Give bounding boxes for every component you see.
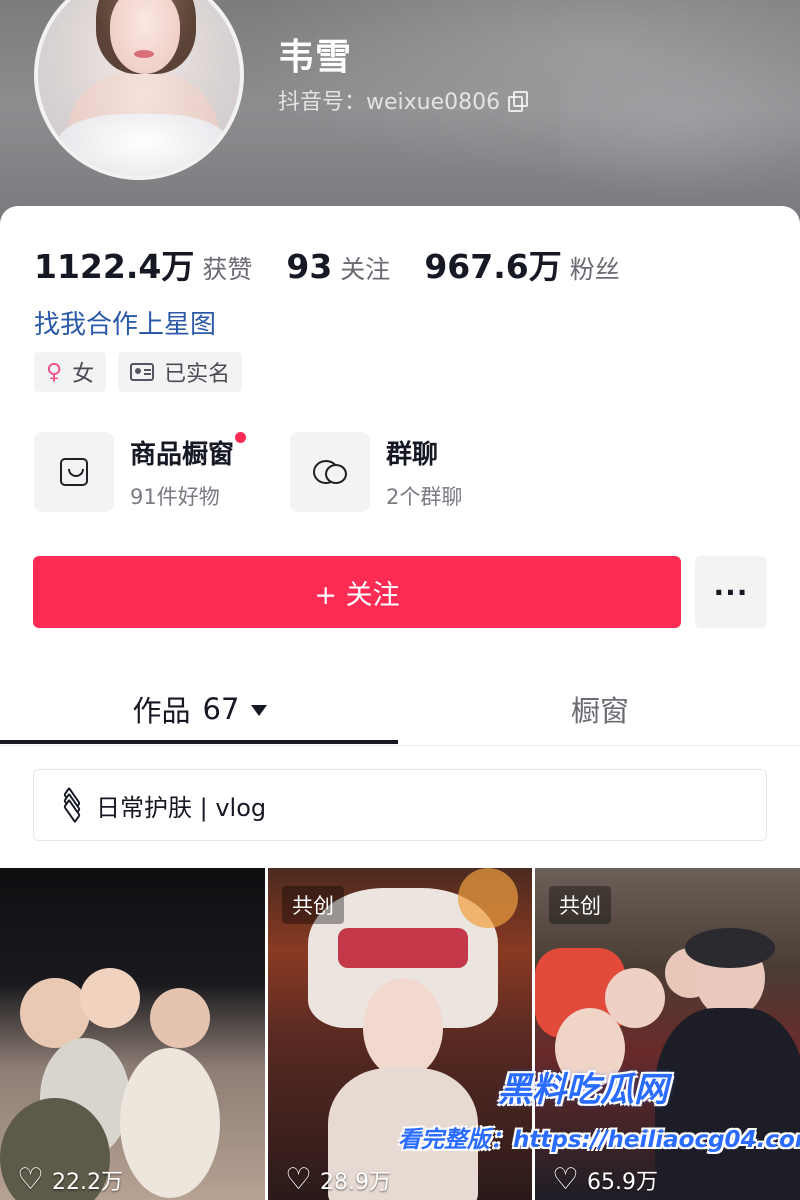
thumb-shape: [338, 928, 468, 968]
entry-group-chat[interactable]: 群聊 2个群聊: [290, 432, 462, 512]
stat-likes-label: 获赞: [202, 255, 253, 284]
notification-dot: [235, 431, 247, 443]
watermark: 黑料吃瓜网 看完整版：https://heiliaocg04.com: [398, 1058, 800, 1194]
caret-down-icon[interactable]: [251, 704, 268, 716]
avatar-feathers: [58, 114, 228, 176]
chat-bubbles-icon: [313, 458, 348, 486]
stat-followers-label: 粉丝: [569, 255, 620, 284]
tab-window-label: 橱窗: [570, 694, 629, 728]
watermark-url: 看完整版：https://heiliaocg04.com: [398, 1127, 800, 1153]
entry-shop-title-wrap: 商品橱窗: [130, 431, 247, 471]
video-thumbnail[interactable]: 22.2万: [0, 868, 265, 1200]
stat-followers-value: 967.6万: [424, 247, 562, 286]
douyin-id: 抖音号：weixue0806: [278, 90, 501, 115]
entry-shop-icon-box: [34, 432, 114, 512]
stat-following-value: 93: [286, 247, 333, 286]
douyin-id-row[interactable]: 抖音号：weixue0806: [278, 84, 529, 116]
entries-row: 商品橱窗 91件好物 群聊 2个群聊: [34, 431, 462, 512]
follow-button[interactable]: + 关注: [33, 556, 681, 628]
stat-following[interactable]: 93 关注: [286, 247, 390, 286]
entry-chat-title: 群聊: [386, 439, 439, 470]
heart-icon: [285, 1162, 312, 1197]
entry-shop-text: 商品橱窗 91件好物: [130, 431, 247, 511]
watermark-title: 黑料吃瓜网: [498, 1070, 668, 1110]
collection-label: 日常护肤 | vlog: [96, 793, 267, 822]
stat-likes[interactable]: 1122.4万 获赞: [34, 240, 252, 288]
video-likes: 28.9万: [285, 1162, 391, 1197]
entry-shop-title: 商品橱窗: [130, 439, 235, 470]
more-options-button[interactable]: ···: [695, 556, 767, 628]
profile-name: 韦雪: [278, 37, 353, 78]
avatar-lips: [134, 50, 154, 58]
entry-chat-subtitle: 2个群聊: [386, 484, 463, 509]
active-tab-indicator: [0, 740, 398, 744]
video-likes-count: 22.2万: [52, 1170, 123, 1195]
layers-icon: [60, 786, 86, 824]
co-creation-badge: 共创: [282, 886, 344, 924]
video-likes: 22.2万: [17, 1162, 123, 1197]
profile-card: 1122.4万 获赞 93 关注 967.6万 粉丝 找我合作上星图 ♀ 女 已…: [0, 206, 800, 1200]
id-card-icon: [130, 363, 155, 381]
entry-shop-subtitle: 91件好物: [130, 484, 220, 509]
thumb-shape: [150, 988, 210, 1048]
tags-row: ♀ 女 已实名: [34, 352, 243, 392]
entry-chat-text: 群聊 2个群聊: [386, 434, 462, 511]
stats-row: 1122.4万 获赞 93 关注 967.6万 粉丝: [34, 240, 620, 288]
video-likes-count: 28.9万: [320, 1170, 391, 1195]
entry-shop-window[interactable]: 商品橱窗 91件好物: [34, 431, 247, 512]
thumb-shape: [685, 928, 775, 968]
female-icon: ♀: [46, 359, 63, 385]
tab-works[interactable]: 作品 67: [0, 672, 400, 746]
tab-works-count: 67: [202, 692, 240, 726]
stat-likes-value: 1122.4万: [34, 247, 195, 286]
avatar[interactable]: [34, 0, 244, 180]
tab-shop-window[interactable]: 橱窗: [400, 672, 800, 746]
stat-following-label: 关注: [340, 255, 391, 284]
gender-tag: ♀ 女: [34, 352, 107, 392]
thumb-shape: [80, 968, 140, 1028]
copy-icon[interactable]: [508, 91, 529, 112]
shopping-bag-icon: [60, 458, 88, 486]
heart-icon: [17, 1162, 44, 1197]
co-creation-badge: 共创: [549, 886, 611, 924]
verified-label: 已实名: [164, 362, 231, 387]
profile-banner: 韦雪 抖音号：weixue0806: [0, 0, 800, 240]
entry-chat-icon-box: [290, 432, 371, 512]
gender-label: 女: [72, 362, 95, 387]
tab-works-label: 作品: [132, 694, 191, 728]
collection-bar[interactable]: 日常护肤 | vlog: [33, 769, 767, 841]
verified-tag: 已实名: [118, 352, 243, 392]
content-tabs: 作品 67 橱窗: [0, 672, 800, 746]
thumb-shape: [605, 968, 665, 1028]
bio-link[interactable]: 找我合作上星图: [34, 304, 216, 341]
thumb-shape: [120, 1048, 220, 1198]
banner-background-highlight: [560, 40, 800, 200]
thumb-shape: [458, 868, 518, 928]
stat-followers[interactable]: 967.6万 粉丝: [424, 240, 619, 288]
